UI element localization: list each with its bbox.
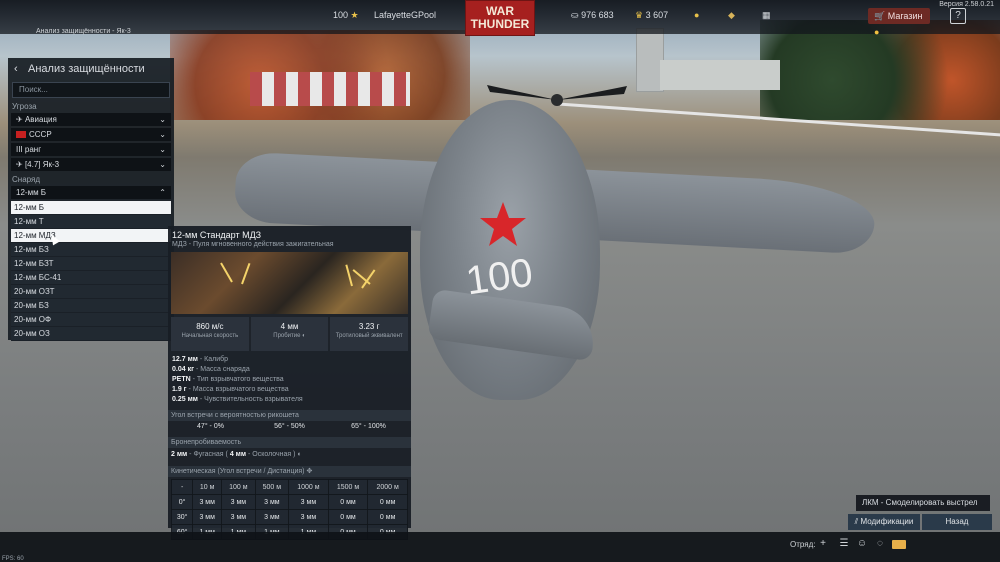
player-rank: 100 ★ [333, 10, 359, 20]
squad-label: Отряд: [790, 540, 816, 549]
username[interactable]: LafayetteGPool [374, 10, 436, 20]
chevron-down-icon: ⌄ [159, 115, 166, 124]
chat-icon[interactable]: ◌ [874, 538, 886, 550]
search-input[interactable]: Поиск... [12, 82, 170, 98]
ammo-info-card: 12-мм Стандарт МДЗ МДЗ - Пуля мгновенног… [168, 226, 411, 540]
ammo-item[interactable]: 12-мм БЗТ [11, 257, 171, 271]
kinetic-header: Кинетическая (Угол встречи / Дистанция) … [168, 466, 411, 477]
penetration-icon: ◐ [302, 333, 306, 339]
war-thunder-logo: WAR THUNDER [465, 0, 535, 36]
modifications-button[interactable]: ⫽ Модификации [848, 514, 920, 530]
top-bar: 100 ★ LafayetteGPool ⛀ 976 683 ♛ 3 607 ●… [0, 0, 1000, 37]
ammo-subtitle: МДЗ - Пуля мгновенного действия зажигате… [172, 241, 334, 248]
ammo-item[interactable]: 12-мм МДЗ [11, 229, 171, 243]
mail-icon[interactable] [892, 540, 906, 549]
prop-row: PETN - Тип взрывчатого вещества [172, 376, 284, 383]
table-row: 0° 3 мм 3 мм 3 мм 3 мм 0 мм 0 мм [170, 494, 408, 510]
plane-icon: ✈ [16, 160, 23, 169]
he-frag-penetration: 2 мм - Фугасная ( 4 мм - Осколочная ) ◐ [171, 451, 302, 458]
rank-select[interactable]: III ранг ⌄ [11, 143, 171, 156]
penetration-header: Бронепробиваемость [168, 437, 411, 448]
ammo-item[interactable]: 12-мм Т [11, 215, 171, 229]
star-icon: ★ [350, 10, 359, 20]
chevron-down-icon: ⌄ [159, 145, 166, 154]
contacts-icon[interactable]: ☺ [856, 538, 868, 550]
prop-row: 1.9 г - Масса взрывчатого вещества [172, 386, 289, 393]
modifications-icon: ⫽ [854, 517, 859, 526]
country-select[interactable]: СССР ⌄ [11, 128, 171, 141]
striped-barrier [250, 72, 410, 106]
chevron-up-icon: ⌃ [159, 188, 166, 197]
ammo-item[interactable]: 12-мм БЗ [11, 243, 171, 257]
crystal-icon[interactable]: ◆ [728, 10, 735, 21]
ammo-item[interactable]: 12-мм БС-41 [11, 271, 171, 285]
help-button[interactable]: ? [950, 8, 966, 24]
trees-right [760, 20, 1000, 120]
threat-label: Угроза [12, 102, 37, 111]
prop-row: 12.7 мм - Калибр [172, 356, 229, 363]
fps-counter: FPS: 60 [2, 556, 24, 562]
protection-analysis-panel: ‹ Анализ защищённости Поиск... Угроза ✈ … [8, 58, 174, 341]
stat-penetration: 4 мм Пробитие ◐ [250, 317, 329, 351]
gold-balance[interactable]: ♛ 3 607 [635, 10, 668, 21]
add-squad-icon[interactable]: + [817, 538, 829, 550]
action-buttons: ⫽ Модификации Назад [848, 514, 992, 530]
chevron-down-icon: ⌄ [159, 130, 166, 139]
ricochet-header: Угол встречи с вероятностью рикошета [168, 410, 411, 421]
bottom-bar [0, 532, 1000, 562]
ammo-item[interactable]: 20-мм ОФ [11, 313, 171, 327]
plane-number: 100 [463, 250, 536, 304]
list-icon[interactable]: ☰ [838, 538, 850, 550]
coupon-icon[interactable]: ▦ [762, 10, 771, 21]
propeller [487, 85, 627, 106]
chevron-down-icon: ⌄ [159, 160, 166, 169]
ammo-title: 12-мм Стандарт МДЗ [172, 230, 262, 240]
version-label: Версия 2.58.0.21 [939, 1, 994, 8]
ammo-preview-image [171, 252, 408, 314]
back-button[interactable]: Назад [922, 514, 992, 530]
stat-velocity: 860 м/с Начальная скорость [171, 317, 249, 351]
stat-tnt: 3.23 г Тротиловый эквивалент [330, 317, 409, 351]
ricochet-values: 47° - 0% 56° - 50% 65° - 100% [171, 421, 408, 433]
cart-icon: 🛒 [874, 11, 886, 21]
breadcrumb: Анализ защищённости - Як-3 [36, 28, 131, 35]
ammo-select[interactable]: 12-мм Б ⌃ [11, 186, 171, 199]
crosshair-icon: ✥ [306, 468, 313, 475]
ammo-properties: 12.7 мм - Калибр 0.04 кг - Масса снаряда… [168, 351, 411, 406]
threat-type-select[interactable]: ✈ Авиация ⌄ [11, 113, 171, 126]
penetration-icon: ◐ [297, 451, 302, 458]
simulate-shot-hint[interactable]: ЛКМ - Смоделировать выстрел [856, 495, 990, 511]
ricochet-value: 56° - 50% [274, 423, 305, 430]
prop-row: 0.04 кг - Масса снаряда [172, 366, 250, 373]
plane-icon: ✈ [16, 115, 23, 124]
gold-eagle-icon: ♛ [635, 10, 644, 20]
table-header-row: -10 м 100 м 500 м 1000 м 1500 м 2000 м [170, 479, 408, 495]
shop-button[interactable]: 🛒 Магазин ● [868, 8, 930, 37]
silver-icon: ⛀ [571, 10, 579, 20]
ussr-flag-icon [16, 131, 26, 139]
ricochet-value: 65° - 100% [351, 423, 386, 430]
red-star-icon [480, 202, 526, 246]
ammo-stats: 860 м/с Начальная скорость 4 мм Пробитие ◐… [171, 317, 409, 351]
hangar-building [660, 60, 780, 90]
panel-title: ‹ Анализ защищённости [8, 58, 174, 80]
ammo-item[interactable]: 20-мм БЗ [11, 299, 171, 313]
ammo-item[interactable]: 20-мм ОЗТ [11, 285, 171, 299]
prop-row: 0.25 мм - Чувствительность взрывателя [172, 396, 303, 403]
alert-icon: ● [874, 27, 880, 37]
ricochet-value: 47° - 0% [197, 423, 224, 430]
ammo-label: Снаряд [12, 175, 41, 184]
bulb-icon[interactable]: ● [694, 10, 699, 20]
back-arrow-icon[interactable]: ‹ [14, 58, 18, 80]
table-row: 30° 3 мм 3 мм 3 мм 3 мм 0 мм 0 мм [170, 509, 408, 525]
ammo-item[interactable]: 20-мм ОЗ [11, 327, 171, 341]
ammo-dropdown-list: 12-мм Б 12-мм Т 12-мм МДЗ 12-мм БЗ 12-мм… [11, 201, 171, 341]
vehicle-select[interactable]: ✈ [4.7] Як-3 ⌄ [11, 158, 171, 171]
silver-balance[interactable]: ⛀ 976 683 [571, 10, 614, 21]
penetration-table: -10 м 100 м 500 м 1000 м 1500 м 2000 м 0° 3 мм… [170, 479, 408, 540]
ammo-item[interactable]: 12-мм Б [11, 201, 171, 215]
